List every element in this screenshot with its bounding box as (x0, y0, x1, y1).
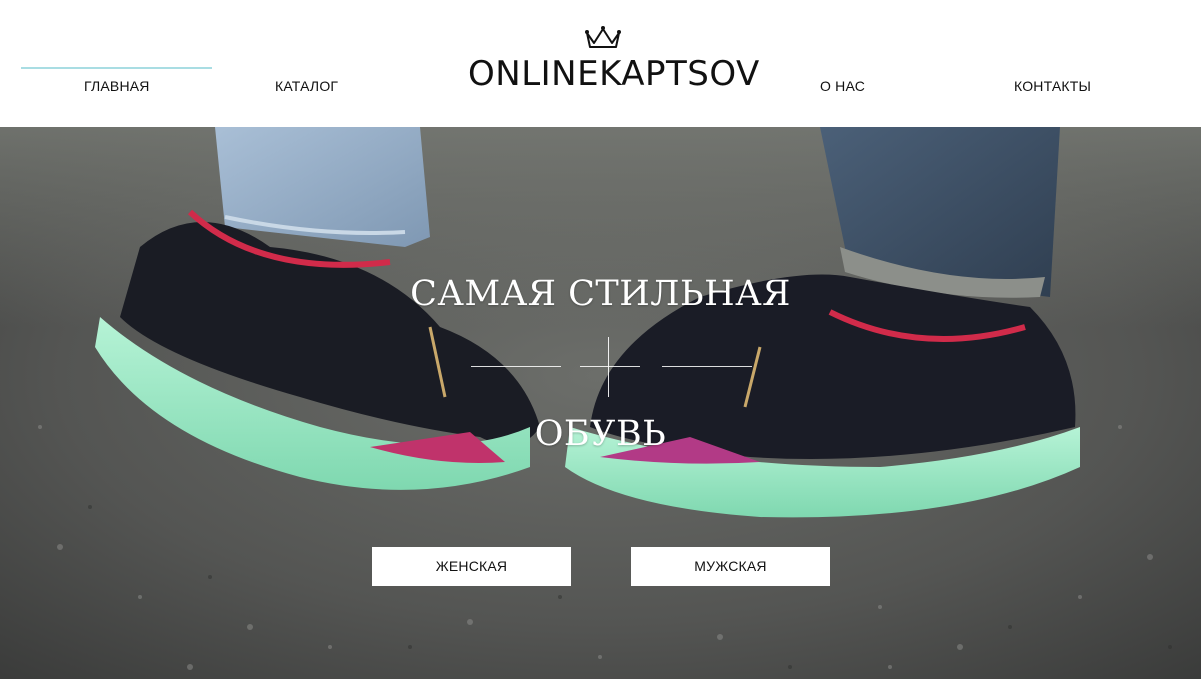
active-nav-underline (21, 67, 212, 69)
men-button[interactable]: МУЖСКАЯ (631, 547, 830, 586)
nav-item-about[interactable]: О НАС (820, 78, 865, 94)
hero-title-line1: САМАЯ СТИЛЬНАЯ (410, 274, 791, 314)
divider-cross (608, 337, 609, 397)
divider-line-left (471, 366, 561, 367)
nav-item-home[interactable]: ГЛАВНАЯ (84, 78, 150, 94)
site-header: ГЛАВНАЯ КАТАЛОГ ONLINEKAPTSOV О НАС КОНТ… (0, 0, 1201, 127)
divider-line-center (580, 366, 640, 367)
hero-banner: САМАЯ СТИЛЬНАЯ ОБУВЬ ЖЕНСКАЯ МУЖСКАЯ (0, 127, 1201, 679)
crown-icon (585, 26, 621, 48)
sneakers-photo (0, 127, 1201, 679)
nav-item-catalog[interactable]: КАТАЛОГ (275, 78, 338, 94)
women-button[interactable]: ЖЕНСКАЯ (372, 547, 571, 586)
nav-item-contacts[interactable]: КОНТАКТЫ (1014, 78, 1091, 94)
hero-title-line2: ОБУВЬ (534, 414, 667, 454)
site-logo[interactable]: ONLINEKAPTSOV (468, 54, 760, 94)
divider-line-right (662, 366, 752, 367)
